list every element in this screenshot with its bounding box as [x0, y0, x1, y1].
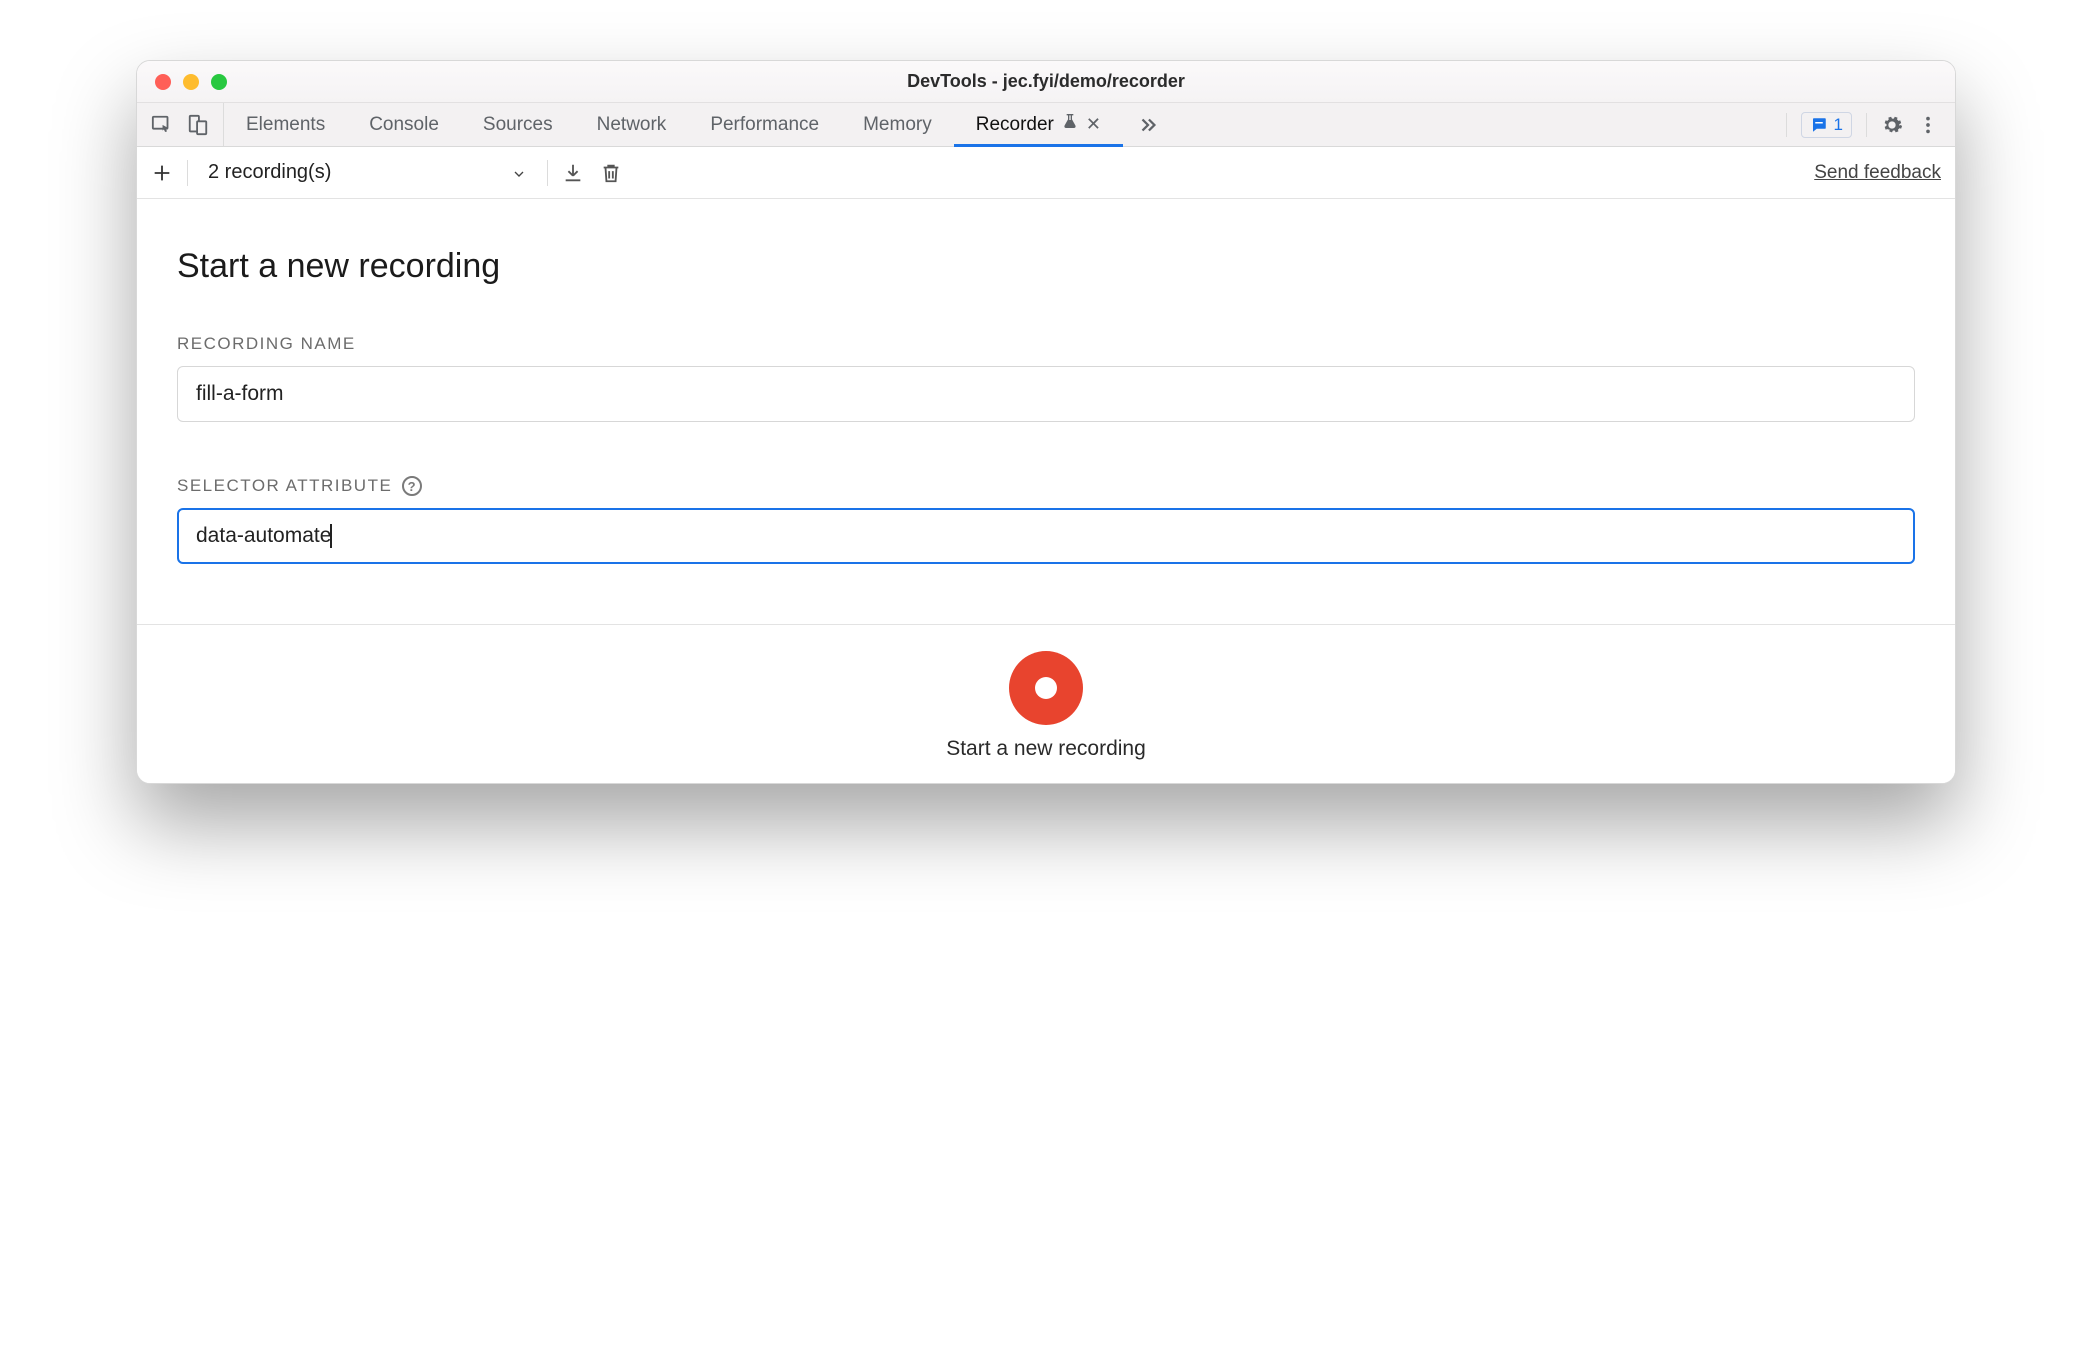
tab-recorder-label: Recorder — [976, 114, 1054, 136]
recorder-content: Start a new recording RECORDING NAME SEL… — [137, 199, 1955, 624]
minimize-window-button[interactable] — [183, 74, 199, 90]
chevron-double-right-icon — [1137, 114, 1159, 136]
recording-name-field-group: RECORDING NAME — [177, 334, 1915, 422]
selector-attribute-input[interactable]: data-automate — [177, 508, 1915, 564]
start-recording-button[interactable] — [1009, 651, 1083, 725]
download-icon[interactable] — [562, 162, 584, 184]
tabstrip-right-controls: 1 — [1770, 103, 1955, 146]
recordings-dropdown[interactable]: 2 recording(s) — [202, 161, 533, 184]
recorder-footer: Start a new recording — [137, 624, 1955, 783]
selector-attribute-value: data-automate — [196, 524, 331, 548]
record-icon — [1035, 677, 1057, 699]
recording-name-input[interactable] — [177, 366, 1915, 422]
zoom-window-button[interactable] — [211, 74, 227, 90]
recording-name-label: RECORDING NAME — [177, 334, 1915, 354]
recordings-dropdown-label: 2 recording(s) — [208, 161, 331, 184]
start-recording-label: Start a new recording — [946, 737, 1146, 761]
plus-icon[interactable] — [151, 162, 173, 184]
selector-attribute-label: SELECTOR ATTRIBUTE ? — [177, 476, 1915, 496]
gear-icon[interactable] — [1881, 114, 1903, 136]
send-feedback-link[interactable]: Send feedback — [1814, 162, 1941, 184]
inspect-element-icon[interactable] — [151, 114, 173, 136]
recorder-toolbar: 2 recording(s) Send feedback — [137, 147, 1955, 199]
chevron-down-icon — [511, 165, 527, 181]
devtools-window: DevTools - jec.fyi/demo/recorder Element… — [136, 60, 1956, 784]
tab-sources[interactable]: Sources — [461, 103, 575, 146]
tab-recorder[interactable]: Recorder ✕ — [954, 103, 1123, 146]
divider — [1786, 113, 1787, 137]
tab-memory[interactable]: Memory — [841, 103, 954, 146]
inspect-controls — [137, 103, 224, 146]
devtools-tabs: Elements Console Sources Network Perform… — [224, 103, 1770, 146]
text-caret — [330, 524, 332, 548]
device-toggle-icon[interactable] — [187, 114, 209, 136]
help-icon[interactable]: ? — [402, 476, 422, 496]
divider — [187, 160, 188, 186]
selector-attribute-field-group: SELECTOR ATTRIBUTE ? data-automate — [177, 476, 1915, 564]
issues-count: 1 — [1834, 115, 1843, 135]
tab-performance[interactable]: Performance — [688, 103, 841, 146]
chat-icon — [1810, 116, 1828, 134]
divider — [547, 160, 548, 186]
kebab-menu-icon[interactable] — [1917, 114, 1939, 136]
close-tab-icon[interactable]: ✕ — [1086, 114, 1101, 135]
traffic-lights — [155, 74, 227, 90]
tab-elements[interactable]: Elements — [224, 103, 347, 146]
titlebar: DevTools - jec.fyi/demo/recorder — [137, 61, 1955, 103]
divider — [1866, 113, 1867, 137]
close-window-button[interactable] — [155, 74, 171, 90]
page-heading: Start a new recording — [177, 247, 1915, 286]
issues-button[interactable]: 1 — [1801, 112, 1852, 138]
tab-strip: Elements Console Sources Network Perform… — [137, 103, 1955, 147]
window-title: DevTools - jec.fyi/demo/recorder — [137, 71, 1955, 92]
tab-console[interactable]: Console — [347, 103, 461, 146]
more-tabs-button[interactable] — [1123, 103, 1173, 146]
beaker-icon — [1062, 114, 1078, 136]
tab-network[interactable]: Network — [575, 103, 689, 146]
trash-icon[interactable] — [600, 162, 622, 184]
